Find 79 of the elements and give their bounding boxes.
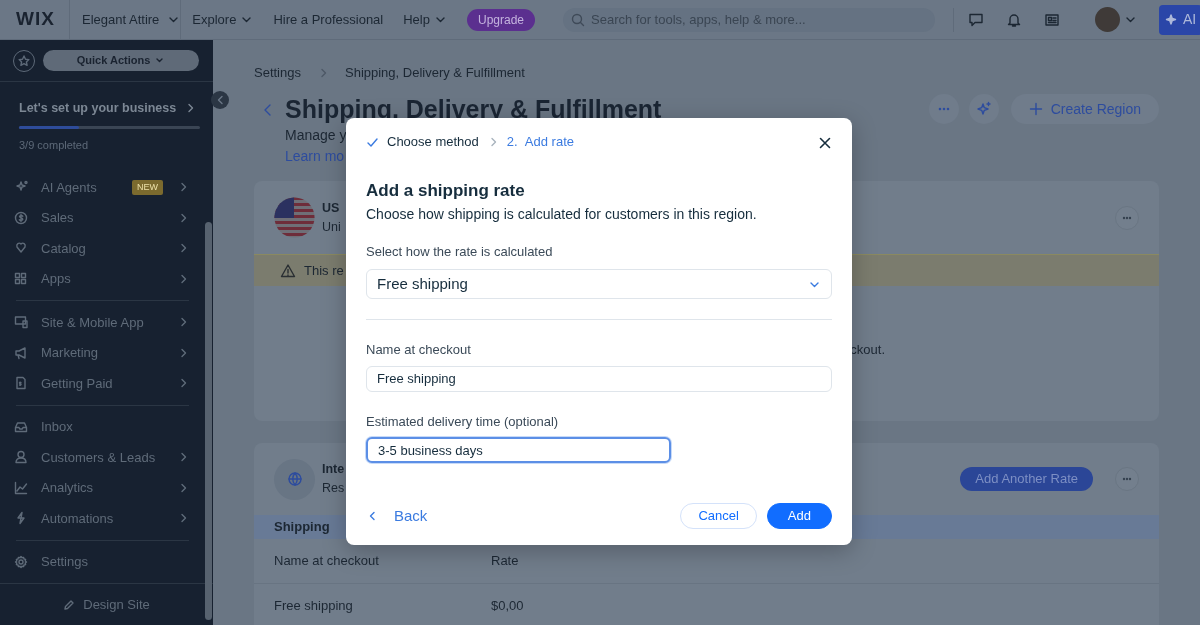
scrollbar[interactable] <box>205 222 212 620</box>
wix-logo[interactable]: WIX <box>16 5 55 34</box>
upgrade-button[interactable]: Upgrade <box>467 8 535 31</box>
sidebar-item[interactable]: Analytics <box>0 472 213 503</box>
invoice-icon <box>14 376 28 391</box>
check-icon <box>366 135 379 149</box>
plus-icon <box>1028 102 1043 116</box>
design-site-button[interactable]: Design Site <box>63 594 150 615</box>
us-flag-icon <box>274 197 315 238</box>
chat-icon[interactable] <box>968 11 984 28</box>
field-label: Select how the rate is calculated <box>366 242 554 261</box>
table-cell-text: $0,00 <box>491 597 524 616</box>
menu-item[interactable]: Explore <box>192 9 254 30</box>
input-field[interactable]: Free shipping <box>366 365 832 392</box>
create-region-button[interactable]: Create Region <box>1010 94 1159 124</box>
sidebar-item[interactable]: Site & Mobile App <box>0 307 213 338</box>
add-rate-button[interactable]: Add Another Rate <box>960 467 1093 491</box>
menu-item[interactable]: Hire a Professional <box>273 9 384 30</box>
cancel-button[interactable]: Cancel <box>680 503 757 529</box>
column-header: Name at checkout <box>274 552 380 571</box>
table-cell-text: Free shipping <box>274 597 354 616</box>
field-label: Name at checkout <box>366 341 472 359</box>
pencil-icon <box>63 598 76 611</box>
breadcrumb-item[interactable]: Shipping, Delivery & Fulfillment <box>345 63 525 83</box>
megaphone-icon <box>14 345 28 360</box>
close-icon <box>818 135 832 150</box>
region-description: Uni <box>322 218 341 236</box>
column-header: Rate <box>491 552 519 571</box>
page-subtitle: Manage y <box>285 126 347 145</box>
page-title: Shipping, Delivery & Fulfillment <box>285 95 663 123</box>
globe-icon <box>286 471 303 487</box>
field-label: Estimated delivery time (optional) <box>366 412 560 431</box>
new-badge: NEW <box>132 179 163 195</box>
add-button[interactable]: Add <box>766 503 832 529</box>
sidebar-item[interactable]: Marketing <box>0 337 213 368</box>
sparkle-icon <box>1165 12 1179 27</box>
more-button[interactable] <box>1115 467 1139 491</box>
chart-icon <box>14 480 28 495</box>
region-name: US <box>322 199 340 217</box>
dialog-title: Add a shipping rate <box>366 180 526 202</box>
sidebar-item[interactable]: Customers & Leads <box>0 442 213 473</box>
settings-icon <box>14 554 28 569</box>
rate-type-dropdown[interactable]: Free shipping <box>366 269 832 299</box>
avatar[interactable] <box>1095 7 1120 32</box>
sidebar-item[interactable]: AI Agents NEW <box>0 172 213 203</box>
sidebar-item[interactable]: Sales <box>0 202 213 233</box>
dialog-description: Choose how shipping is calculated for customers in this region. <box>366 204 758 224</box>
bell-icon[interactable] <box>1006 11 1022 28</box>
collapse-sidebar-button[interactable] <box>211 91 229 109</box>
wizard-step[interactable]: 2. Add rate <box>506 132 574 152</box>
sidebar-item[interactable]: Getting Paid <box>0 368 213 399</box>
quick-actions-button[interactable]: Quick Actions <box>43 50 199 71</box>
menu-item[interactable]: Help <box>403 9 447 30</box>
setup-link[interactable]: Let's set up your business <box>19 99 200 118</box>
sidebar-item[interactable]: Catalog <box>0 233 213 264</box>
warning-icon <box>280 262 296 279</box>
person-icon <box>14 450 28 465</box>
progress-text: 3/9 completed <box>19 137 90 153</box>
site-selector[interactable]: Elegant Attire <box>82 9 181 30</box>
sidebar-item[interactable]: Automations <box>0 503 213 534</box>
ai-button[interactable]: AI <box>1159 4 1200 35</box>
breadcrumb-item[interactable]: Settings <box>254 63 301 83</box>
learn-more-link[interactable]: Learn mo <box>285 146 345 167</box>
region-description: Res <box>322 480 345 497</box>
grid-icon <box>14 271 28 286</box>
sparkle-icon <box>975 101 992 117</box>
devices-icon <box>14 315 28 330</box>
star-icon <box>18 54 30 67</box>
ai-assist-button[interactable] <box>968 94 999 124</box>
warning-text: This re <box>304 261 344 280</box>
inbox-icon <box>14 419 28 434</box>
sidebar-item[interactable]: Inbox <box>0 411 213 442</box>
wizard-step[interactable]: Choose method <box>366 132 479 152</box>
search-icon <box>571 12 585 27</box>
input-field[interactable]: 3-5 business days <box>366 437 671 463</box>
dollar-icon <box>14 210 28 225</box>
sidebar-item[interactable]: Settings <box>0 546 213 577</box>
region-name: Inte <box>322 461 345 479</box>
newsfeed-icon[interactable] <box>1044 11 1060 28</box>
